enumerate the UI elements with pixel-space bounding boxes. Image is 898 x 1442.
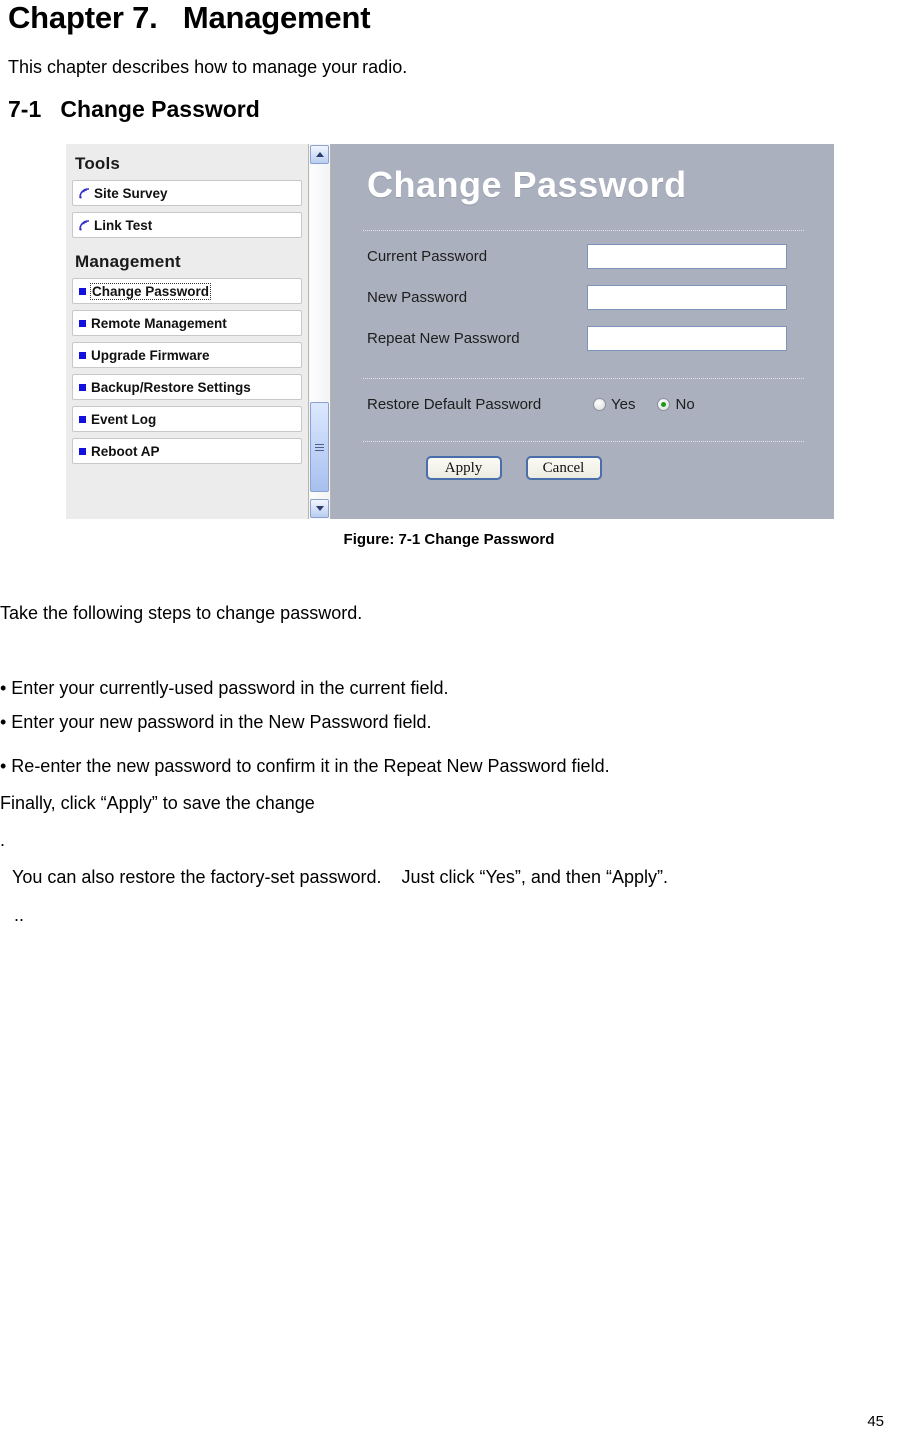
restore-default-password-row: Restore Default Password Yes No: [359, 391, 808, 417]
blue-square-bullet-icon: [79, 447, 86, 455]
sidebar-item-reboot-ap[interactable]: Reboot AP: [72, 438, 302, 464]
sidebar-item-remote-management[interactable]: Remote Management: [72, 310, 302, 336]
sidebar-item-site-survey[interactable]: Site Survey: [72, 180, 302, 206]
chapter-intro-text: This chapter describes how to manage you…: [8, 57, 408, 77]
panel-title: Change Password: [367, 164, 687, 205]
figure-caption: Figure: 7-1 Change Password: [343, 531, 555, 548]
new-password-label: New Password: [367, 288, 468, 306]
sidebar-scrollbar[interactable]: [309, 144, 331, 519]
document-page: Chapter 7. Management This chapter descr…: [0, 0, 898, 1442]
current-password-label: Current Password: [367, 247, 488, 265]
chapter-title: Chapter 7. Management: [8, 0, 371, 35]
sidebar-item-label: Upgrade Firmware: [91, 347, 210, 363]
radio-label-no[interactable]: No: [675, 396, 694, 413]
body-line: You can also restore the factory-set pas…: [12, 867, 668, 887]
sidebar-item-label: Remote Management: [91, 315, 227, 331]
current-password-input[interactable]: [587, 243, 787, 269]
chevron-down-icon: [315, 506, 324, 511]
sidebar-item-change-password[interactable]: Change Password: [72, 278, 302, 304]
sidebar-item-label: Reboot AP: [91, 443, 160, 459]
change-password-panel: Change Password Current Password New Pass…: [333, 144, 834, 519]
blue-square-bullet-icon: [79, 383, 86, 391]
sidebar-item-label: Site Survey: [94, 185, 168, 201]
body-line: Take the following steps to change passw…: [0, 603, 363, 623]
body-line: .: [0, 830, 6, 850]
sidebar-item-link-test[interactable]: Link Test: [72, 212, 302, 238]
blue-square-bullet-icon: [79, 287, 86, 295]
body-line: • Enter your new password in the New Pas…: [0, 712, 432, 732]
router-web-ui-screenshot: Tools Site Survey Link Test Management Chang…: [66, 144, 834, 519]
field-row: New Password: [359, 281, 808, 313]
sidebar-item-backup-restore-settings[interactable]: Backup/Restore Settings: [72, 374, 302, 400]
radio-yes[interactable]: [593, 397, 606, 411]
sidebar-menu: Tools Site Survey Link Test Management Chang…: [66, 144, 309, 519]
body-line: Finally, click “Apply” to save the chang…: [0, 793, 315, 813]
cancel-button[interactable]: Cancel: [525, 456, 602, 480]
scroll-down-button[interactable]: [310, 499, 329, 518]
divider-middle: [363, 378, 804, 379]
radio-no[interactable]: [657, 397, 671, 411]
blue-square-bullet-icon: [79, 351, 86, 359]
field-row: Current Password: [359, 240, 808, 272]
sidebar-item-event-log[interactable]: Event Log: [72, 406, 302, 432]
new-password-input[interactable]: [587, 284, 787, 310]
sidebar-item-label: Backup/Restore Settings: [91, 379, 251, 395]
password-fields: Current Password New Password Repeat New P…: [359, 240, 808, 354]
figure-change-password: Tools Site Survey Link Test Management Chang…: [66, 144, 834, 519]
body-line: • Enter your currently-used password in …: [0, 678, 449, 698]
scrollbar-thumb[interactable]: [310, 402, 329, 492]
repeat-new-password-input[interactable]: [587, 325, 787, 351]
field-row: Repeat New Password: [359, 322, 808, 354]
blue-square-bullet-icon: [79, 415, 86, 423]
divider-top: [363, 230, 804, 231]
sidebar-item-label: Link Test: [94, 217, 153, 233]
radio-label-yes[interactable]: Yes: [611, 396, 635, 413]
scroll-up-button[interactable]: [310, 145, 329, 164]
wifi-signal-icon: [79, 187, 90, 199]
restore-default-password-options: Yes No: [593, 396, 717, 413]
blue-square-bullet-icon: [79, 319, 86, 327]
wifi-signal-icon: [79, 219, 90, 231]
chevron-up-icon: [315, 152, 324, 157]
restore-default-password-label: Restore Default Password: [367, 395, 542, 413]
section-title: 7-1 Change Password: [8, 96, 260, 122]
menu-heading-management: Management: [75, 252, 181, 271]
menu-heading-tools: Tools: [75, 154, 121, 173]
divider-bottom: [363, 441, 804, 442]
radio-selected-indicator-icon: [661, 401, 667, 407]
sidebar-item-label: Change Password: [90, 282, 212, 300]
page-number: 45: [867, 1413, 884, 1430]
panel-button-row: Apply Cancel: [359, 456, 808, 480]
body-line: • Re-enter the new password to confirm i…: [0, 756, 610, 776]
apply-button[interactable]: Apply: [425, 456, 502, 480]
sidebar-item-label: Event Log: [91, 411, 157, 427]
scrollbar-grip-icon: [315, 442, 324, 453]
body-line: ..: [14, 905, 25, 925]
sidebar-item-upgrade-firmware[interactable]: Upgrade Firmware: [72, 342, 302, 368]
repeat-new-password-label: Repeat New Password: [367, 329, 520, 347]
